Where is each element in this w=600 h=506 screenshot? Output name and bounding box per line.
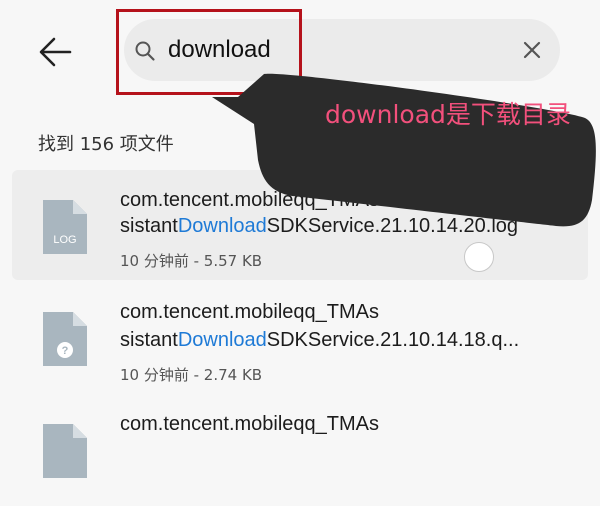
- file-name-line2: sistantDownloadSDKService.21.10.14.18.q.…: [120, 328, 519, 353]
- file-icon: [43, 424, 87, 478]
- back-arrow-icon: [39, 37, 72, 67]
- clear-search-button[interactable]: [520, 38, 544, 62]
- file-name-prefix: sistant: [120, 329, 178, 351]
- close-icon: [523, 41, 541, 59]
- file-name-prefix: sistant: [120, 215, 178, 237]
- file-meta: 10 分钟前 - 2.74 KB: [120, 366, 263, 384]
- file-row[interactable]: com.tencent.mobileqq_TMAs: [0, 396, 600, 506]
- annotation-text: download是下载目录: [325, 100, 571, 129]
- file-name-match: Download: [177, 215, 267, 237]
- select-radio[interactable]: [464, 242, 494, 272]
- file-name-line1: com.tencent.mobileqq_TMAs: [120, 413, 380, 435]
- file-icon-label: LOG: [53, 234, 76, 246]
- file-name-line1: com.tencent.mobileqq_TMAs: [120, 301, 380, 323]
- file-name-suffix: SDKService.21.10.14.18.q...: [266, 329, 520, 351]
- back-button[interactable]: [36, 32, 76, 72]
- file-icon-label: ?: [62, 345, 69, 357]
- file-name-line2: sistantDownloadSDKService.21.10.14.20.lo…: [120, 214, 518, 239]
- file-meta: 10 分钟前 - 5.57 KB: [120, 252, 263, 270]
- file-row[interactable]: ? com.tencent.mobileqq_TMAs sistantDownl…: [0, 282, 600, 392]
- result-count: 找到 156 项文件: [38, 134, 174, 155]
- unknown-file-icon: ?: [43, 312, 87, 366]
- file-row[interactable]: LOG com.tencent.mobileqq_TMAs sistantDow…: [12, 170, 588, 280]
- file-name-suffix: SDKService.21.10.14.20.log: [266, 215, 519, 237]
- file-name-line1: com.tencent.mobileqq_TMAs: [120, 189, 380, 211]
- file-name-match: Download: [177, 329, 267, 351]
- log-file-icon: LOG: [43, 200, 87, 254]
- annotation-highlight-box: [116, 9, 302, 95]
